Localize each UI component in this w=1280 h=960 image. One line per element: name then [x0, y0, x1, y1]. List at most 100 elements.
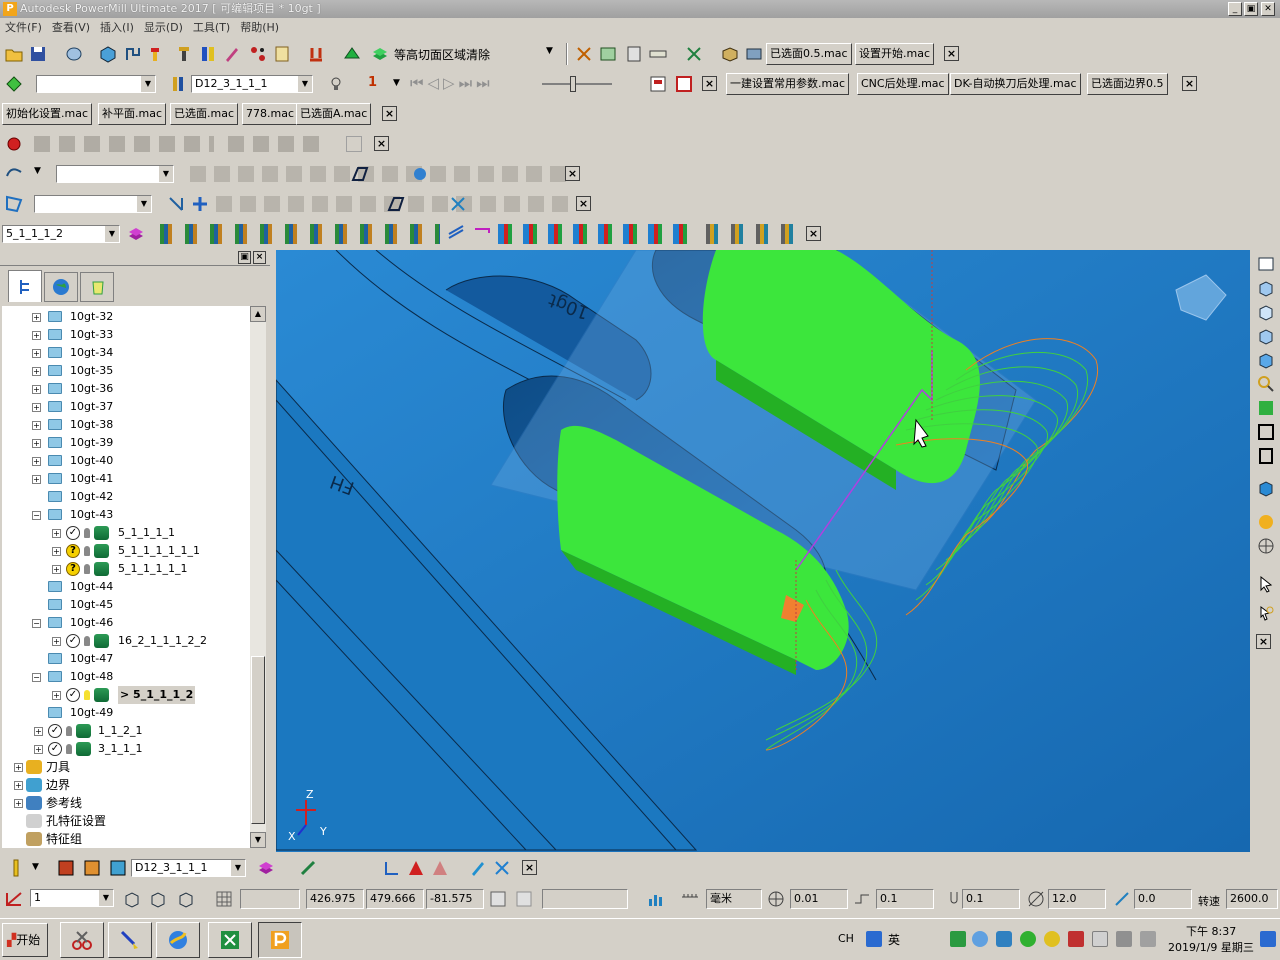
menu-view[interactable]: 查看(V)	[47, 18, 95, 38]
scroll-thumb[interactable]	[251, 656, 265, 824]
tool-combo[interactable]: D12_3_1_1_1 ▼	[191, 75, 313, 93]
folder-tree-item[interactable]: 10gt-44	[2, 578, 248, 596]
folder-tree-item[interactable]: +10gt-37	[2, 398, 248, 416]
chevron-down-icon[interactable]: ▼	[231, 860, 245, 876]
chevron-down-icon[interactable]: ▼	[32, 862, 39, 872]
folder-tree-item[interactable]: +10gt-33	[2, 326, 248, 344]
macro-button-1[interactable]: 已选面0.5.mac	[766, 43, 852, 65]
chevron-down-icon[interactable]: ▼	[137, 196, 151, 212]
chevron-down-icon[interactable]: ▼	[159, 166, 173, 182]
leads-links-icon[interactable]	[446, 224, 466, 244]
expand-icon[interactable]: +	[34, 745, 43, 754]
expand-icon[interactable]: +	[52, 691, 61, 700]
toolpath-tree-item[interactable]: + ✓ 16_2_1_1_1_2_2	[2, 632, 248, 650]
measure-tools[interactable]	[706, 224, 806, 244]
feed-field[interactable]: 0.0	[1134, 889, 1192, 909]
toolpath-tools[interactable]	[498, 224, 698, 244]
toolpath-stack-icon[interactable]	[126, 224, 146, 244]
tool-db-icon[interactable]	[108, 858, 128, 878]
boundary-icon[interactable]	[4, 194, 24, 214]
chevron-down-icon[interactable]: ▼	[99, 890, 113, 906]
view-extent-icon[interactable]	[1256, 446, 1276, 466]
menu-help[interactable]: 帮助(H)	[235, 18, 284, 38]
tree-root-item[interactable]: + 参考线	[2, 794, 248, 812]
boundary-add-icon[interactable]	[190, 194, 210, 214]
expand-icon[interactable]: +	[32, 475, 41, 484]
calc-icon[interactable]	[574, 44, 594, 64]
refresh-icon[interactable]	[1256, 398, 1276, 418]
tab-recycle[interactable]	[80, 272, 114, 302]
tool-shank-icon[interactable]	[82, 858, 102, 878]
tool-check-icon[interactable]	[298, 858, 318, 878]
toolpath-number[interactable]: 1	[368, 75, 377, 90]
pencil-icon[interactable]	[468, 858, 488, 878]
expand-icon[interactable]: +	[32, 313, 41, 322]
view-front-icon[interactable]	[1256, 278, 1276, 298]
expand-icon[interactable]: +	[32, 439, 41, 448]
language-indicator[interactable]: CH	[838, 932, 854, 945]
toolpath-tree-item[interactable]: + ✓ 1_1_2_1	[2, 722, 248, 740]
tray-excel-icon[interactable]	[950, 931, 966, 947]
explorer-scrollbar[interactable]: ▲ ▼	[250, 306, 266, 848]
boundary-cross-icon[interactable]	[448, 194, 468, 214]
speed-field[interactable]: 2600.0	[1226, 889, 1278, 909]
expand-icon[interactable]: +	[32, 331, 41, 340]
toolbar-close-icon[interactable]: ×	[522, 860, 537, 875]
playback-slider[interactable]	[542, 83, 612, 85]
transform-tools-icon[interactable]	[382, 858, 402, 878]
bottom-tool-combo[interactable]: D12_3_1_1_1 ▼	[131, 859, 246, 877]
expand-icon[interactable]: +	[32, 403, 41, 412]
simulation-icon[interactable]	[648, 74, 668, 94]
macro-button-6[interactable]: 已选面边界0.5	[1087, 73, 1168, 95]
macro-button-10[interactable]: 778.mac	[242, 103, 298, 125]
zoom-box-icon[interactable]	[1256, 422, 1276, 442]
toolpath-tree-item[interactable]: +? 5_1_1_1_1_1_1	[2, 542, 248, 560]
scroll-up-icon[interactable]: ▲	[250, 306, 266, 322]
pattern-combo[interactable]: ▼	[56, 165, 174, 183]
toolpath-edit-tools[interactable]	[160, 224, 440, 244]
expand-icon[interactable]: +	[52, 547, 61, 556]
thickness-field[interactable]: 0.1	[876, 889, 934, 909]
units-field[interactable]: 毫米	[706, 889, 762, 909]
tool-stack-icon[interactable]	[256, 858, 276, 878]
toolbar-close-icon[interactable]: ×	[565, 166, 580, 181]
axial-field[interactable]: 0.1	[962, 889, 1020, 909]
folder-tree-item[interactable]: +10gt-32	[2, 308, 248, 326]
tray-speaker-icon[interactable]	[1140, 931, 1156, 947]
tool-icon[interactable]	[148, 44, 168, 64]
active-toolpath-combo[interactable]: 5_1_1_1_2 ▼	[2, 225, 120, 243]
edit-tool-icon[interactable]	[222, 44, 242, 64]
lightbulb-icon[interactable]	[84, 546, 90, 556]
boundary-edit-icon[interactable]	[166, 194, 186, 214]
search-icon[interactable]	[866, 931, 882, 947]
expand-icon[interactable]: +	[14, 781, 23, 790]
boundary-select-icon[interactable]	[386, 194, 406, 214]
open-folder-icon[interactable]	[4, 44, 24, 64]
view-iso-icon[interactable]	[1256, 350, 1276, 370]
diameter-field[interactable]: 12.0	[1048, 889, 1106, 909]
verify-icon[interactable]	[598, 44, 618, 64]
tool-2-icon[interactable]	[174, 44, 194, 64]
colour-2-icon[interactable]	[430, 858, 450, 878]
select-rotate-icon[interactable]	[1256, 604, 1276, 624]
toolbar-close-icon[interactable]: ×	[944, 46, 959, 61]
macro-button-4[interactable]: CNC后处理.mac	[857, 73, 949, 95]
select-cursor-icon[interactable]	[1256, 574, 1276, 594]
folder-tree-item[interactable]: 10gt-42	[2, 488, 248, 506]
toolbar-close-icon[interactable]: ×	[702, 76, 717, 91]
scroll-down-icon[interactable]: ▼	[250, 832, 266, 848]
edit-pattern-icon[interactable]	[350, 164, 370, 184]
lightbulb-icon[interactable]	[84, 528, 90, 538]
task-powermill[interactable]	[258, 922, 302, 958]
toolbar-close-icon[interactable]: ×	[382, 106, 397, 121]
pattern-link-icon[interactable]	[410, 164, 430, 184]
chevron-down-icon[interactable]: ▼	[34, 166, 41, 176]
workplane-edit-icon[interactable]	[148, 889, 168, 909]
strategy-dropdown-icon[interactable]: ▼	[546, 46, 553, 56]
tray-network-icon[interactable]	[1092, 931, 1108, 947]
shaded-icon[interactable]	[1256, 478, 1276, 498]
maximize-button[interactable]: ▣	[1244, 2, 1258, 16]
delete-icon[interactable]	[492, 858, 512, 878]
strategy-label[interactable]: 等高切面区域清除	[394, 46, 490, 63]
ruler-icon[interactable]	[648, 44, 668, 64]
